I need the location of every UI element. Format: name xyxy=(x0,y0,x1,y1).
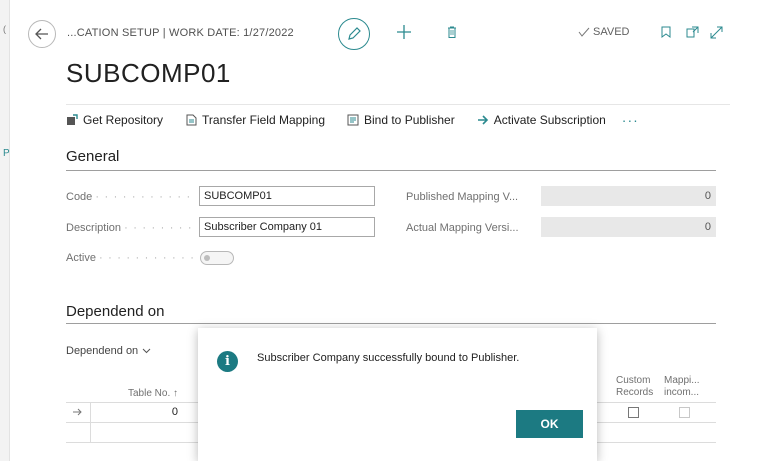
dependend-on-menu[interactable]: Dependend on xyxy=(66,345,151,357)
actual-mapping-label: Actual Mapping Versi... xyxy=(406,222,519,234)
actual-mapping-field: 0 xyxy=(541,217,716,237)
frame-edge-glyph-p: P xyxy=(3,148,10,159)
activate-subscription-action[interactable]: Activate Subscription xyxy=(477,113,606,127)
bind-to-publisher-label: Bind to Publisher xyxy=(364,113,455,127)
open-in-new-window-icon xyxy=(686,26,698,38)
description-field[interactable]: Subscriber Company 01 xyxy=(199,217,375,237)
bookmark-button[interactable] xyxy=(658,24,674,40)
edit-button[interactable] xyxy=(338,18,370,50)
arrow-right-icon xyxy=(477,114,489,126)
mapping-column-header[interactable]: Mappi... incom... xyxy=(664,375,700,399)
saved-status-label: SAVED xyxy=(593,26,630,38)
published-mapping-label: Published Mapping V... xyxy=(406,191,519,203)
row-selected-arrow-icon xyxy=(73,408,82,416)
breadcrumb: ...CATION SETUP | WORK DATE: 1/27/2022 xyxy=(67,27,294,39)
description-label-text: Description xyxy=(66,222,122,234)
ok-button[interactable]: OK xyxy=(516,410,583,438)
toggle-knob xyxy=(204,255,210,261)
bind-to-publisher-action[interactable]: Bind to Publisher xyxy=(347,113,455,127)
general-section-title: General xyxy=(66,148,120,165)
leader-dots: · · · · · · · · · · · · xyxy=(99,252,196,264)
chevron-down-icon xyxy=(142,348,151,354)
grid-column-divider xyxy=(90,402,91,442)
action-bar: Get Repository Transfer Field Mapping Bi… xyxy=(66,104,730,135)
bookmark-icon xyxy=(661,26,671,38)
dependend-section-divider xyxy=(66,323,716,324)
description-label: Description · · · · · · · · · · xyxy=(66,222,196,234)
get-repository-action[interactable]: Get Repository xyxy=(66,113,163,127)
pencil-icon xyxy=(348,27,361,40)
code-field[interactable]: SUBCOMP01 xyxy=(199,186,375,206)
custom-records-checkbox[interactable] xyxy=(628,407,639,418)
trash-icon xyxy=(448,26,456,38)
open-new-window-button[interactable] xyxy=(684,24,700,40)
info-icon: i xyxy=(217,351,238,372)
message-dialog: i Subscriber Company successfully bound … xyxy=(198,328,597,461)
back-button[interactable] xyxy=(28,20,56,48)
mapping-header-line1: Mappi... xyxy=(664,375,700,386)
expand-button[interactable] xyxy=(708,24,724,40)
table-no-cell[interactable]: 0 xyxy=(166,406,178,418)
leader-dots: · · · · · · · · · · xyxy=(124,222,196,234)
custom-records-header-line1: Custom xyxy=(616,375,651,386)
left-frame-strip: ( P xyxy=(0,0,10,461)
checkmark-icon xyxy=(578,27,590,37)
more-actions-button[interactable]: ··· xyxy=(622,112,639,128)
delete-button[interactable] xyxy=(444,21,460,43)
bind-icon xyxy=(347,114,359,126)
repository-icon xyxy=(66,114,78,126)
transfer-field-mapping-label: Transfer Field Mapping xyxy=(202,113,325,127)
dialog-message: Subscriber Company successfully bound to… xyxy=(257,352,520,364)
document-icon xyxy=(185,114,197,126)
custom-records-header-line2: Records xyxy=(616,387,654,398)
dependend-section-title: Dependend on xyxy=(66,303,165,320)
code-label-text: Code xyxy=(66,191,93,203)
expand-icon xyxy=(710,26,722,38)
activate-subscription-label: Activate Subscription xyxy=(493,113,606,127)
leader-dots: · · · · · · · · · · · · xyxy=(95,191,196,203)
table-no-column-header[interactable]: Table No. ↑ xyxy=(128,388,178,399)
mapping-header-line2: incom... xyxy=(664,387,700,398)
published-mapping-field: 0 xyxy=(541,186,716,206)
active-toggle[interactable] xyxy=(200,251,234,265)
arrow-left-icon xyxy=(35,28,48,40)
get-repository-label: Get Repository xyxy=(83,113,164,127)
code-label: Code · · · · · · · · · · · · xyxy=(66,191,196,203)
page-title: SUBCOMP01 xyxy=(66,58,231,88)
active-label-text: Active xyxy=(66,252,96,264)
saved-status: SAVED xyxy=(578,26,629,38)
frame-edge-glyph: ( xyxy=(3,24,6,34)
general-section-divider xyxy=(66,170,716,171)
custom-records-column-header[interactable]: Custom Records xyxy=(616,375,653,399)
plus-icon xyxy=(397,25,411,39)
active-label: Active · · · · · · · · · · · · xyxy=(66,252,196,264)
new-button[interactable] xyxy=(392,19,416,45)
mapping-checkbox[interactable] xyxy=(679,407,690,418)
dependend-on-menu-label: Dependend on xyxy=(66,345,139,357)
transfer-field-mapping-action[interactable]: Transfer Field Mapping xyxy=(185,113,325,127)
